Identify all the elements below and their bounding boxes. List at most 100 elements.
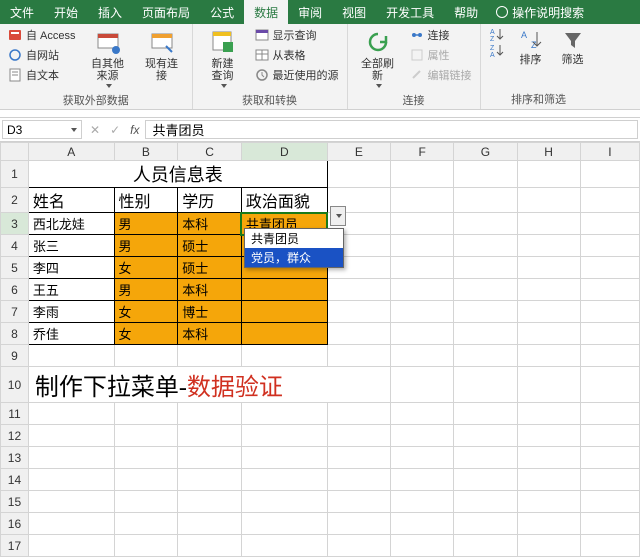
- cell[interactable]: 博士: [178, 301, 242, 323]
- cell[interactable]: 本科: [178, 213, 242, 235]
- new-query-button[interactable]: 新建 查询: [199, 26, 247, 90]
- cell[interactable]: 硕士: [178, 257, 242, 279]
- tell-me[interactable]: 操作说明搜索: [488, 0, 592, 24]
- row-header[interactable]: 13: [1, 447, 29, 469]
- cell[interactable]: 乔佳: [28, 323, 114, 345]
- row-header[interactable]: 10: [1, 367, 29, 403]
- from-access-button[interactable]: 自 Access: [6, 26, 78, 44]
- properties-icon: [410, 48, 424, 62]
- row-header[interactable]: 11: [1, 403, 29, 425]
- row-header[interactable]: 15: [1, 491, 29, 513]
- from-text-button[interactable]: 自文本: [6, 66, 78, 84]
- show-queries-label: 显示查询: [273, 27, 317, 43]
- header-edu[interactable]: 学历: [178, 188, 242, 213]
- cell[interactable]: 本科: [178, 279, 242, 301]
- tab-insert[interactable]: 插入: [88, 0, 132, 24]
- col-header[interactable]: D: [241, 143, 327, 161]
- group-connections: 全部刷新 连接 属性 编辑链接 连接: [348, 24, 481, 109]
- worksheet[interactable]: A B C D E F G H I 1 人员信息表 2 姓名 性别 学历 政治面…: [0, 142, 640, 557]
- row-header[interactable]: 12: [1, 425, 29, 447]
- col-header[interactable]: B: [114, 143, 178, 161]
- from-table-button[interactable]: 从表格: [253, 46, 341, 64]
- tab-formula[interactable]: 公式: [200, 0, 244, 24]
- row-header[interactable]: 9: [1, 345, 29, 367]
- cell[interactable]: 李雨: [28, 301, 114, 323]
- cell[interactable]: [241, 301, 327, 323]
- sort-button[interactable]: AZ 排序: [513, 26, 549, 68]
- col-header[interactable]: F: [391, 143, 454, 161]
- tab-view[interactable]: 视图: [332, 0, 376, 24]
- row-header[interactable]: 8: [1, 323, 29, 345]
- name-box[interactable]: D3: [2, 120, 82, 139]
- row-header[interactable]: 14: [1, 469, 29, 491]
- col-header[interactable]: E: [327, 143, 390, 161]
- row-header[interactable]: 4: [1, 235, 29, 257]
- cell[interactable]: 张三: [28, 235, 114, 257]
- row-header[interactable]: 3: [1, 213, 29, 235]
- filter-button[interactable]: 筛选: [555, 26, 591, 68]
- sort-za-button[interactable]: ZA: [487, 42, 507, 58]
- table-title[interactable]: 人员信息表: [28, 161, 327, 188]
- sort-label: 排序: [520, 54, 542, 66]
- tab-file[interactable]: 文件: [0, 0, 44, 24]
- col-header[interactable]: G: [454, 143, 517, 161]
- cell[interactable]: 西北龙娃: [28, 213, 114, 235]
- sort-az-button[interactable]: AZ: [487, 26, 507, 42]
- validation-dropdown-button[interactable]: [330, 206, 346, 226]
- select-all-corner[interactable]: [1, 143, 29, 161]
- header-politics[interactable]: 政治面貌: [241, 188, 327, 213]
- from-web-label: 自网站: [26, 47, 59, 63]
- row-header[interactable]: 17: [1, 535, 29, 557]
- cell[interactable]: 女: [114, 301, 178, 323]
- tab-data[interactable]: 数据: [244, 0, 288, 24]
- row-header[interactable]: 5: [1, 257, 29, 279]
- tab-review[interactable]: 审阅: [288, 0, 332, 24]
- row-header[interactable]: 7: [1, 301, 29, 323]
- row-header[interactable]: 1: [1, 161, 29, 188]
- col-header[interactable]: H: [517, 143, 580, 161]
- col-header[interactable]: A: [28, 143, 114, 161]
- cell[interactable]: 李四: [28, 257, 114, 279]
- chevron-down-icon: [376, 84, 382, 88]
- chevron-down-icon: [336, 214, 342, 218]
- tab-help[interactable]: 帮助: [444, 0, 488, 24]
- group-sort-filter: AZ ZA AZ 排序 筛选 排序和筛选: [481, 24, 597, 109]
- col-header[interactable]: I: [580, 143, 639, 161]
- cell[interactable]: 本科: [178, 323, 242, 345]
- row-header[interactable]: 6: [1, 279, 29, 301]
- row-header[interactable]: 2: [1, 188, 29, 213]
- svg-text:A: A: [490, 52, 495, 57]
- refresh-all-button[interactable]: 全部刷新: [354, 26, 402, 90]
- from-other-button[interactable]: 自其他来源: [84, 26, 132, 90]
- col-header[interactable]: C: [178, 143, 242, 161]
- dropdown-option[interactable]: 共青团员: [245, 229, 343, 248]
- new-query-label: 新建 查询: [212, 58, 234, 82]
- cell[interactable]: 硕士: [178, 235, 242, 257]
- fx-icon[interactable]: fx: [130, 123, 139, 137]
- cell[interactable]: 男: [114, 213, 178, 235]
- tab-home[interactable]: 开始: [44, 0, 88, 24]
- note-cell[interactable]: 制作下拉菜单-数据验证: [28, 367, 390, 403]
- header-name[interactable]: 姓名: [28, 188, 114, 213]
- connections-button[interactable]: 连接: [408, 26, 474, 44]
- cell[interactable]: [241, 323, 327, 345]
- dropdown-option[interactable]: 党员，群众: [245, 248, 343, 267]
- web-icon: [8, 48, 22, 62]
- cell[interactable]: [241, 279, 327, 301]
- svg-text:A: A: [521, 30, 527, 40]
- tab-dev[interactable]: 开发工具: [376, 0, 444, 24]
- cell[interactable]: 女: [114, 257, 178, 279]
- show-queries-button[interactable]: 显示查询: [253, 26, 341, 44]
- header-gender[interactable]: 性别: [114, 188, 178, 213]
- cell[interactable]: 男: [114, 235, 178, 257]
- cell[interactable]: 王五: [28, 279, 114, 301]
- from-web-button[interactable]: 自网站: [6, 46, 78, 64]
- tab-layout[interactable]: 页面布局: [132, 0, 200, 24]
- cell[interactable]: 男: [114, 279, 178, 301]
- existing-conn-button[interactable]: 现有连接: [138, 26, 186, 84]
- row-header[interactable]: 16: [1, 513, 29, 535]
- cell[interactable]: 女: [114, 323, 178, 345]
- from-table-icon: [255, 48, 269, 62]
- formula-input[interactable]: 共青团员: [145, 120, 638, 139]
- recent-sources-button[interactable]: 最近使用的源: [253, 66, 341, 84]
